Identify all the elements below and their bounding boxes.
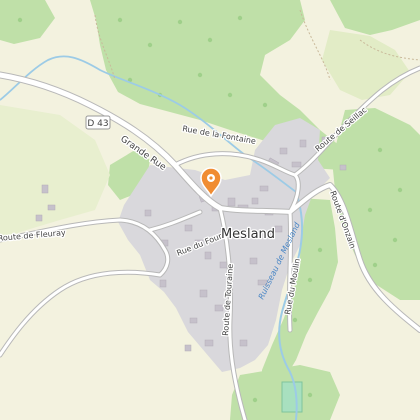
- place-name-label: Mesland: [221, 227, 275, 242]
- d43-label: D 43: [87, 119, 108, 129]
- d43-road-shield: D 43: [85, 115, 111, 130]
- map-view[interactable]: D 43 Grande Rue Rue de la Fontaine Route…: [0, 0, 420, 420]
- map-canvas[interactable]: D 43 Grande Rue Rue de la Fontaine Route…: [0, 0, 420, 420]
- sports-field: [281, 381, 303, 413]
